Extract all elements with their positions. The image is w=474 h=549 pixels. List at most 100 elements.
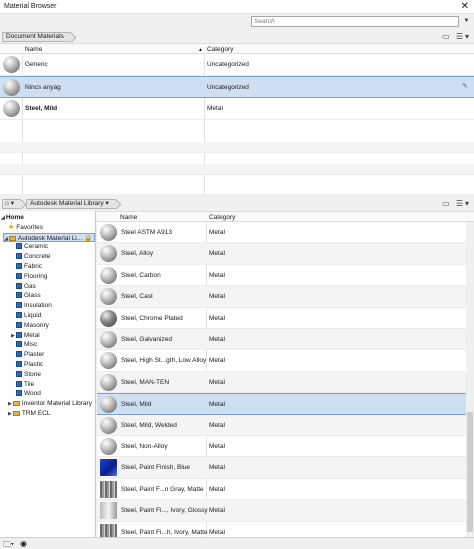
breadcrumb-document-materials[interactable]: Document Materials: [2, 32, 71, 42]
category-icon: [16, 243, 22, 250]
expander-icon[interactable]: ◢: [4, 236, 8, 242]
tree-node-label: Misc: [24, 341, 38, 349]
tree-node[interactable]: Gas: [16, 282, 36, 291]
library-material-row[interactable]: Steel, Cast Metal: [97, 286, 466, 308]
material-swatch: [3, 100, 20, 117]
material-name: Steel, Paint Fi...h, Ivory, Matte: [121, 528, 208, 536]
tree-node-label: Fabric: [24, 263, 43, 270]
library-scrollbar[interactable]: [466, 222, 474, 537]
library-column-name[interactable]: Name: [120, 213, 137, 222]
library-material-row[interactable]: Steel, MAN-TEN Metal: [97, 371, 466, 394]
folder-icon: [8, 235, 16, 241]
search-input[interactable]: Search: [251, 16, 459, 27]
tree-node[interactable]: Stone: [16, 370, 41, 379]
library-material-row[interactable]: Steel, Mild, Welded Metal: [97, 414, 466, 436]
material-swatch: [100, 309, 117, 327]
tree-node[interactable]: ◢Home: [1, 213, 24, 222]
material-category: Metal: [209, 401, 225, 409]
material-category: Metal: [209, 507, 225, 515]
create-material-icon[interactable]: 🗀▾: [3, 539, 14, 549]
library-material-row[interactable]: Steel ASTM A913 Metal: [97, 222, 466, 244]
expander-icon[interactable]: ▶: [8, 411, 12, 417]
library-material-row[interactable]: Steel, High St...gth, Low Alloy Metal: [97, 350, 466, 372]
search-row: Search ▼: [0, 14, 474, 30]
tree-node[interactable]: ★ Favorites: [8, 223, 43, 232]
expander-icon[interactable]: ▶: [11, 333, 15, 339]
tree-node[interactable]: Flooring: [16, 272, 47, 281]
material-editor-icon[interactable]: ◉: [20, 539, 27, 548]
document-column-name[interactable]: Name: [25, 45, 42, 54]
search-options-dropdown-icon[interactable]: ▼: [461, 16, 472, 27]
star-icon: ★: [8, 223, 15, 231]
edit-icon[interactable]: ✎: [462, 83, 470, 91]
material-category: Metal: [209, 250, 225, 258]
tree-node[interactable]: Masonry: [16, 321, 49, 330]
home-icon[interactable]: ⌂ ▾: [2, 199, 21, 209]
library-material-row[interactable]: Steel, Mild Metal: [97, 393, 466, 415]
library-material-row[interactable]: Steel, Galvanized Metal: [97, 329, 466, 351]
tree-node[interactable]: ▶ Inventor Material Library: [8, 399, 92, 408]
tree-node-label: Glass: [24, 292, 41, 300]
category-icon: [16, 341, 22, 348]
document-material-row[interactable]: Generic Uncategorized: [0, 54, 474, 76]
document-column-category[interactable]: Category: [207, 45, 233, 54]
material-swatch: [100, 416, 117, 434]
library-material-row[interactable]: Steel, Paint Fi...h, Ivory, Matte Metal: [97, 522, 466, 537]
tree-node[interactable]: Concrete: [16, 252, 50, 261]
tree-node[interactable]: Glass: [16, 291, 41, 300]
tree-node[interactable]: Tile: [16, 380, 34, 389]
library-table-header: Name Category: [97, 211, 474, 222]
library-material-row[interactable]: Steel, Paint F...n Gray, Matte Metal: [97, 479, 466, 501]
document-materials-table: Generic Uncategorized Nincs anyag Uncategor…: [0, 54, 474, 194]
library-material-row[interactable]: Steel, Paint Fi..., Ivory, Glossy Metal: [97, 500, 466, 522]
tree-node[interactable]: Misc: [16, 340, 37, 349]
expander-icon[interactable]: ◢: [1, 215, 5, 221]
expander-icon[interactable]: ▶: [8, 401, 12, 407]
tree-node-label: Concrete: [24, 253, 51, 261]
scrollbar-thumb[interactable]: [467, 412, 473, 532]
tree-node[interactable]: Liquid: [16, 311, 41, 320]
material-category: Metal: [209, 443, 225, 450]
material-name: Nincs anyag: [25, 84, 61, 91]
tree-node[interactable]: ◢ Autodesk Material Li... 🔒: [3, 232, 95, 242]
category-icon: [16, 390, 22, 397]
tree-node-label: Metal: [23, 331, 40, 339]
tree-node-label: Plaster: [24, 351, 45, 359]
material-swatch: [3, 79, 20, 96]
material-swatch: [100, 523, 117, 537]
tree-node[interactable]: Insulation: [16, 301, 52, 310]
library-material-row[interactable]: Steel, Non-Alloy Metal: [97, 436, 466, 458]
category-icon: [16, 292, 22, 299]
library-material-row[interactable]: Steel, Alloy Metal: [97, 243, 466, 265]
tree-node[interactable]: Plaster: [16, 350, 44, 359]
empty-row: [0, 164, 474, 175]
library-material-row[interactable]: Steel, Paint Finish, Blue Metal: [97, 457, 466, 479]
close-icon[interactable]: ✕: [461, 1, 469, 12]
material-name: Steel, MAN-TEN: [121, 378, 170, 386]
material-name: Steel, High St...gth, Low Alloy: [121, 357, 207, 365]
tree-node[interactable]: Fabric: [16, 262, 42, 271]
tree-node-label: Gas: [24, 282, 36, 290]
tree-node[interactable]: ▶ TRM ECL: [8, 409, 50, 418]
category-icon: [16, 282, 22, 289]
library-material-row[interactable]: Steel, Chrome Plated Metal: [97, 308, 466, 329]
library-material-row[interactable]: Steel, Carbon Metal: [97, 265, 466, 287]
material-category: Metal: [207, 105, 223, 112]
lock-icon: 🔒: [83, 234, 93, 242]
material-category: Metal: [209, 293, 225, 301]
library-view-options-icon[interactable]: ▭ ☰▾: [442, 199, 471, 208]
document-table-header: Name ▲ Category: [0, 43, 474, 54]
tree-node[interactable]: Wood: [16, 389, 41, 398]
tree-node-label: Plastic: [24, 361, 44, 368]
tree-node[interactable]: ▶ Metal: [11, 331, 40, 340]
category-icon: [16, 302, 22, 309]
tree-node-label: Ceramic: [24, 243, 49, 251]
material-name: Steel, Cast: [121, 293, 153, 301]
document-view-options-icon[interactable]: ▭ ☰▾: [442, 32, 471, 41]
tree-node[interactable]: Plastic: [16, 360, 43, 369]
document-material-row[interactable]: Nincs anyag Uncategorized ✎: [0, 76, 474, 98]
document-material-row[interactable]: Steel, Mild Metal: [0, 98, 474, 120]
breadcrumb-autodesk-library[interactable]: Autodesk Material Library ▾: [26, 199, 116, 209]
tree-node[interactable]: Ceramic: [16, 242, 48, 251]
library-column-category[interactable]: Category: [209, 213, 235, 222]
